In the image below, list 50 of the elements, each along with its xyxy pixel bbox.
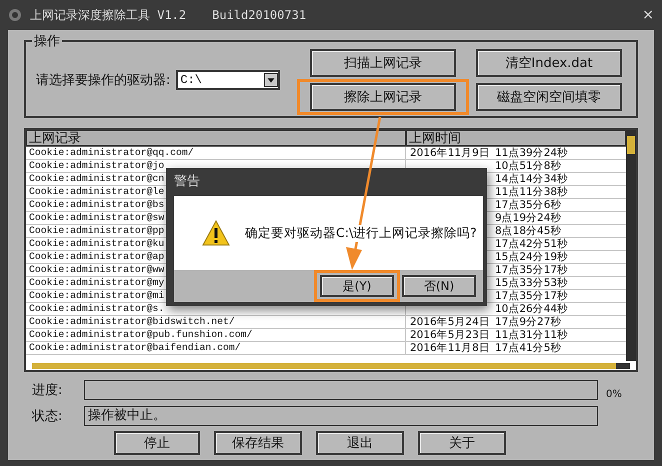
table-cell: 9点19分24秒 — [495, 212, 562, 224]
table-cell-text: 2016年11月8日 — [410, 342, 491, 354]
table-cell: 8点18分45秒 — [495, 225, 562, 237]
status-label: 状态: — [30, 408, 64, 425]
bottom-button[interactable]: 退出 — [316, 431, 404, 455]
action-button[interactable]: 扫描上网记录 — [310, 49, 456, 77]
bottom-button[interactable]: 停止 — [114, 431, 200, 455]
table-cell: 17点35分17秒 — [495, 264, 568, 276]
dialog-button[interactable]: 是(Y) — [320, 275, 394, 298]
table-cell: 11点39分24秒 — [495, 147, 568, 159]
bottom-button[interactable]: 保存结果 — [214, 431, 302, 455]
build-label: Build20100731 — [212, 8, 306, 22]
table-cell-text: 2016年11月9日 — [410, 147, 491, 159]
dialog-button[interactable]: 否(N) — [402, 275, 476, 298]
table-cell: Cookie:administrator@pub.funshion.com/ — [26, 329, 406, 341]
table-cell-text: 2016年5月23日 — [410, 329, 491, 341]
table-cell: 17点9分27秒 — [495, 316, 562, 328]
table-cell: 17点35分17秒 — [495, 290, 568, 302]
drive-dropdown[interactable]: C:\ — [176, 70, 280, 90]
table-cell: 17点35分6秒 — [495, 199, 562, 211]
action-button[interactable]: 清空Index.dat — [476, 49, 622, 77]
close-button[interactable]: × — [642, 7, 654, 23]
group-title: 操作 — [32, 32, 62, 50]
table-cell: 17点41分5秒 — [495, 342, 562, 354]
status-field: 操作被中止。 — [84, 406, 598, 426]
action-button[interactable]: 磁盘空闲空间填零 — [476, 83, 622, 111]
app-icon — [8, 8, 22, 22]
table-cell: 11点11分38秒 — [495, 186, 568, 198]
action-button[interactable]: 擦除上网记录 — [310, 83, 456, 111]
table-cell: 15点24分19秒 — [495, 251, 568, 263]
progress-reading: 0% — [606, 389, 622, 400]
table-cell: 14点14分34秒 — [495, 173, 568, 185]
table-cell: Cookie:administrator@baifendian.com/ — [26, 342, 406, 354]
table-cell: Cookie:administrator@qq.com/ — [26, 147, 406, 159]
table-cell: Cookie:administrator@bidswitch.net/ — [26, 316, 406, 328]
table-cell-text: 2016年5月24日 — [410, 316, 491, 328]
bottom-button[interactable]: 关于 — [418, 431, 506, 455]
window-title: 上网记录深度擦除工具 V1.2 — [30, 6, 186, 24]
vertical-scrollbar[interactable] — [626, 130, 636, 361]
table-cell: 17点42分51秒 — [495, 238, 568, 250]
table-cell: 10点26分44秒 — [495, 303, 568, 315]
column-header[interactable]: 上网记录 — [26, 130, 406, 146]
column-header[interactable]: 上网时间 — [406, 130, 626, 146]
table-cell: 15点33分53秒 — [495, 277, 568, 289]
drive-label: 请选择要操作的驱动器: — [36, 72, 170, 89]
table-cell: 10点51分8秒 — [495, 160, 562, 172]
table-cell: 11点31分11秒 — [495, 329, 568, 341]
progress-label: 进度: — [31, 382, 64, 399]
dialog-message: 确定要对驱动器C:\进行上网记录擦除吗? — [245, 224, 477, 242]
warning-icon — [201, 219, 231, 247]
